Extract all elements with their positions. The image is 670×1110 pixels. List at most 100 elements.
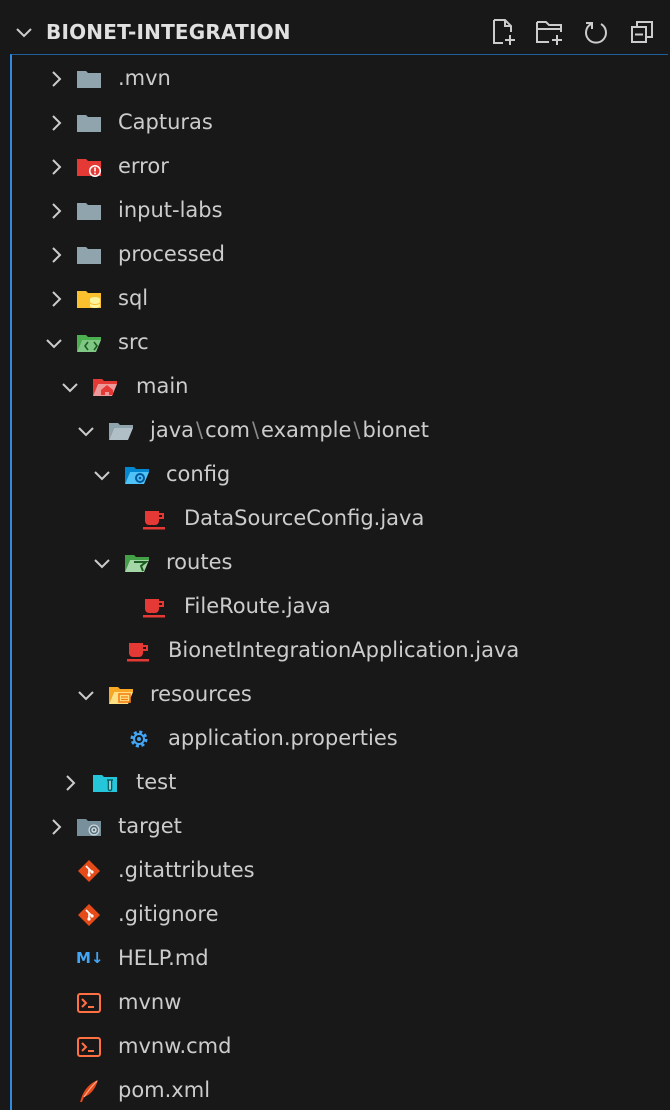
tree-item-label: processed — [118, 242, 225, 266]
chevron-right-icon — [52, 291, 62, 307]
tree-item-test[interactable]: test — [12, 761, 668, 805]
tree-item-label: sql — [118, 286, 149, 310]
terminal-icon — [77, 993, 101, 1013]
chevron-right-icon — [52, 203, 62, 219]
tree-item-pom-xml[interactable]: pom.xml — [12, 1069, 668, 1110]
test-folder-icon — [93, 775, 117, 792]
maven-feather-icon — [80, 1080, 98, 1102]
tree-item-label: test — [136, 770, 177, 794]
path-separator: \ — [353, 418, 361, 442]
tree-item-mvn[interactable]: .mvn — [12, 57, 668, 101]
folder-icon — [77, 115, 101, 132]
chevron-right-icon — [52, 819, 62, 835]
source-folder-icon — [77, 335, 101, 352]
tree-item-target[interactable]: target — [12, 805, 668, 849]
tree-item-fileroute[interactable]: FileRoute.java — [12, 585, 668, 629]
path-separator: \ — [251, 418, 260, 442]
chevron-down-icon — [46, 339, 62, 349]
tree-item-label: input-labs — [118, 198, 223, 222]
java-file-icon — [143, 511, 165, 530]
folder-open-icon — [109, 423, 133, 440]
path-segment: com — [205, 418, 250, 442]
new-folder-button[interactable] — [534, 16, 566, 48]
terminal-icon — [77, 1037, 101, 1057]
markdown-icon: M↓ — [76, 949, 104, 967]
gear-icon — [130, 730, 148, 748]
tree-item-application-properties[interactable]: application.properties — [12, 717, 668, 761]
header-actions — [488, 16, 658, 48]
chevron-down-icon — [78, 427, 94, 437]
tree-item-label: mvnw — [118, 990, 182, 1014]
tree-item-label: config — [166, 462, 231, 486]
collapse-all-button[interactable] — [626, 16, 658, 48]
tree-item-label: Capturas — [118, 110, 213, 134]
tree-item-label: .gitignore — [118, 902, 219, 926]
tree-item-gitignore[interactable]: .gitignore — [12, 893, 668, 937]
path-separator: \ — [196, 418, 204, 442]
tree-item-capturas[interactable]: Capturas — [12, 101, 668, 145]
tree-item-label: routes — [166, 550, 233, 574]
tree-item-sql[interactable]: sql — [12, 277, 668, 321]
new-file-icon — [493, 19, 515, 45]
tree-item-help-md[interactable]: M↓ HELP.md — [12, 937, 668, 981]
java-file-icon — [143, 599, 165, 618]
chevron-down-icon[interactable] — [14, 22, 34, 42]
tree-item-error[interactable]: error — [12, 145, 668, 189]
tree-item-bionet-application[interactable]: BionetIntegrationApplication.java — [12, 629, 668, 673]
tree-item-label: mvnw.cmd — [118, 1034, 232, 1058]
java-file-icon — [127, 643, 149, 662]
chevron-right-icon — [52, 71, 62, 87]
tree-item-label: .gitattributes — [118, 858, 255, 882]
tree-item-label: java\com\example\bionet — [150, 418, 429, 442]
new-file-button[interactable] — [488, 16, 520, 48]
tree-item-gitattributes[interactable]: .gitattributes — [12, 849, 668, 893]
explorer-panel: BIONET-INTEGRATION .mvn Capturas error i… — [0, 0, 670, 1110]
folder-icon — [77, 71, 101, 88]
tree-item-resources[interactable]: resources — [12, 673, 668, 717]
tree-item-label: pom.xml — [118, 1078, 211, 1102]
chevron-down-icon — [78, 691, 94, 701]
tree-item-label: main — [136, 374, 189, 398]
tree-item-config[interactable]: config — [12, 453, 668, 497]
tree-item-src[interactable]: src — [12, 321, 668, 365]
chevron-right-icon — [52, 115, 62, 131]
config-folder-icon — [125, 467, 149, 484]
collapse-all-icon — [631, 21, 653, 43]
new-folder-icon — [536, 21, 562, 45]
refresh-icon — [585, 22, 607, 44]
tree-item-label: .mvn — [118, 66, 171, 90]
tree-item-main[interactable]: main — [12, 365, 668, 409]
tree-item-label: error — [118, 154, 169, 178]
tree-item-mvnw-cmd[interactable]: mvnw.cmd — [12, 1025, 668, 1069]
tree-item-datasource-config[interactable]: DataSourceConfig.java — [12, 497, 668, 541]
routes-folder-icon — [125, 555, 149, 572]
tree-item-label: BionetIntegrationApplication.java — [168, 638, 520, 662]
git-icon — [78, 860, 100, 882]
git-icon — [78, 904, 100, 926]
target-folder-icon — [77, 819, 101, 836]
refresh-button[interactable] — [580, 16, 612, 48]
path-segment: bionet — [362, 418, 429, 442]
path-segment: example — [261, 418, 352, 442]
tree-item-mvnw[interactable]: mvnw — [12, 981, 668, 1025]
folder-icon — [77, 247, 101, 264]
chevron-right-icon — [52, 159, 62, 175]
tree-item-input-labs[interactable]: input-labs — [12, 189, 668, 233]
tree-item-label: FileRoute.java — [184, 594, 331, 618]
error-folder-icon — [77, 159, 101, 177]
database-folder-icon — [77, 291, 101, 308]
folder-icon — [77, 203, 101, 220]
tree-item-label: DataSourceConfig.java — [184, 506, 425, 530]
tree-item-processed[interactable]: processed — [12, 233, 668, 277]
file-tree: .mvn Capturas error input-labs processed… — [10, 54, 668, 1110]
path-segment: java — [150, 418, 194, 442]
home-folder-icon — [93, 379, 117, 396]
chevron-right-icon — [52, 247, 62, 263]
tree-item-label: src — [118, 330, 149, 354]
tree-item-label: target — [118, 814, 182, 838]
tree-item-java-package[interactable]: java\com\example\bionet — [12, 409, 668, 453]
tree-item-routes[interactable]: routes — [12, 541, 668, 585]
tree-item-label: HELP.md — [118, 946, 209, 970]
explorer-title: BIONET-INTEGRATION — [46, 20, 291, 44]
chevron-right-icon — [66, 775, 76, 791]
